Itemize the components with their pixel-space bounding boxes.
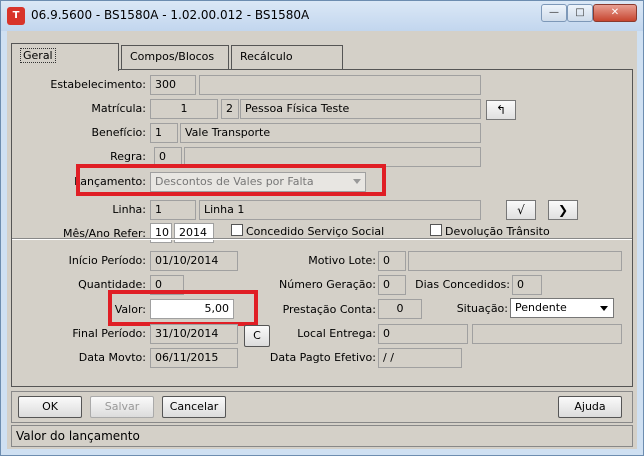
beneficio-field[interactable]: 1: [150, 123, 178, 143]
final-periodo-field: 31/10/2014: [150, 324, 238, 344]
motivo-lote-desc: [408, 251, 622, 271]
tab-geral[interactable]: Geral: [11, 43, 119, 71]
maximize-button[interactable]: □: [567, 4, 593, 22]
devolucao-label: Devolução Trânsito: [445, 225, 550, 238]
mes-field[interactable]: 10: [150, 223, 172, 243]
dias-concedidos-field: 0: [512, 275, 542, 295]
devolucao-checkbox[interactable]: [430, 224, 442, 236]
matricula-seq: 2: [221, 99, 239, 119]
title-bar: T 06.9.5600 - BS1580A - 1.02.00.012 - BS…: [1, 1, 643, 31]
data-pagto-field: / /: [378, 348, 462, 368]
linha-desc: Linha 1: [199, 200, 481, 220]
beneficio-desc: Vale Transporte: [180, 123, 481, 143]
app-icon: T: [7, 7, 25, 25]
situacao-select[interactable]: Pendente: [510, 298, 614, 318]
linha-label: Linha:: [112, 203, 146, 216]
lancamento-highlight: [76, 164, 386, 196]
prestacao-conta-field: 0: [378, 299, 422, 319]
zoom-icon: ↰: [495, 103, 507, 117]
dias-concedidos-label: Dias Concedidos:: [415, 278, 510, 291]
local-entrega-field: 0: [378, 324, 468, 344]
client-area: Geral Compos/Blocos Recálculo Estabeleci…: [7, 31, 637, 449]
motivo-lote-label: Motivo Lote:: [308, 254, 376, 267]
estabelecimento-field[interactable]: 300: [150, 75, 196, 95]
inicio-periodo-label: Início Período:: [68, 254, 146, 267]
tab-recalculo-label: Recálculo: [240, 50, 293, 63]
check-down-icon: √: [517, 203, 525, 217]
numero-geracao-field: 0: [378, 275, 406, 295]
window-title: 06.9.5600 - BS1580A - 1.02.00.012 - BS15…: [31, 8, 310, 22]
app-window: T 06.9.5600 - BS1580A - 1.02.00.012 - BS…: [0, 0, 644, 456]
close-button[interactable]: ✕: [593, 4, 637, 22]
minimize-button[interactable]: —: [541, 4, 567, 22]
local-entrega-label: Local Entrega:: [297, 327, 376, 340]
beneficio-label: Benefício:: [91, 126, 146, 139]
estabelecimento-desc: [199, 75, 481, 95]
tab-compos-label: Compos/Blocos: [130, 50, 215, 63]
ok-button[interactable]: OK: [18, 396, 82, 418]
main-panel: Estabelecimento: 300 Matrícula: 1 2 Pess…: [11, 69, 633, 387]
ano-field[interactable]: 2014: [174, 223, 214, 243]
valor-highlight: [108, 290, 258, 326]
section-divider: [12, 238, 632, 240]
matricula-field[interactable]: 1: [150, 99, 218, 119]
chevron-right-icon: ❯: [557, 203, 569, 217]
data-movto-field: 06/11/2015: [150, 348, 238, 368]
cancelar-button[interactable]: Cancelar: [162, 396, 226, 418]
tab-recalculo[interactable]: Recálculo: [231, 45, 343, 69]
salvar-button[interactable]: Salvar: [90, 396, 154, 418]
final-periodo-label: Final Período:: [72, 327, 146, 340]
linha-prev-button[interactable]: √: [506, 200, 536, 220]
concedido-checkbox[interactable]: [231, 224, 243, 236]
matricula-label: Matrícula:: [91, 102, 146, 115]
linha-next-button[interactable]: ❯: [548, 200, 578, 220]
linha-field[interactable]: 1: [150, 200, 196, 220]
numero-geracao-label: Número Geração:: [279, 278, 376, 291]
local-entrega-desc: [472, 324, 622, 344]
prestacao-conta-label: Prestação Conta:: [282, 303, 376, 316]
matricula-desc: Pessoa Física Teste: [240, 99, 481, 119]
situacao-value: Pendente: [515, 301, 567, 314]
chevron-down-icon: [600, 306, 608, 311]
motivo-lote-field: 0: [378, 251, 406, 271]
inicio-periodo-field: 01/10/2014: [150, 251, 238, 271]
regra-label: Regra:: [110, 150, 146, 163]
tab-compos-blocos[interactable]: Compos/Blocos: [121, 45, 229, 69]
status-bar: Valor do lançamento: [11, 425, 633, 447]
data-movto-label: Data Movto:: [78, 351, 146, 364]
estabelecimento-label: Estabelecimento:: [50, 78, 146, 91]
concedido-label: Concedido Serviço Social: [246, 225, 385, 238]
zoom-button[interactable]: ↰: [486, 100, 516, 120]
button-bar: OK Salvar Cancelar Ajuda: [11, 391, 633, 423]
tab-geral-label: Geral: [20, 48, 56, 63]
data-pagto-label: Data Pagto Efetivo:: [269, 351, 376, 364]
situacao-label: Situação:: [456, 302, 508, 315]
ajuda-button[interactable]: Ajuda: [558, 396, 622, 418]
